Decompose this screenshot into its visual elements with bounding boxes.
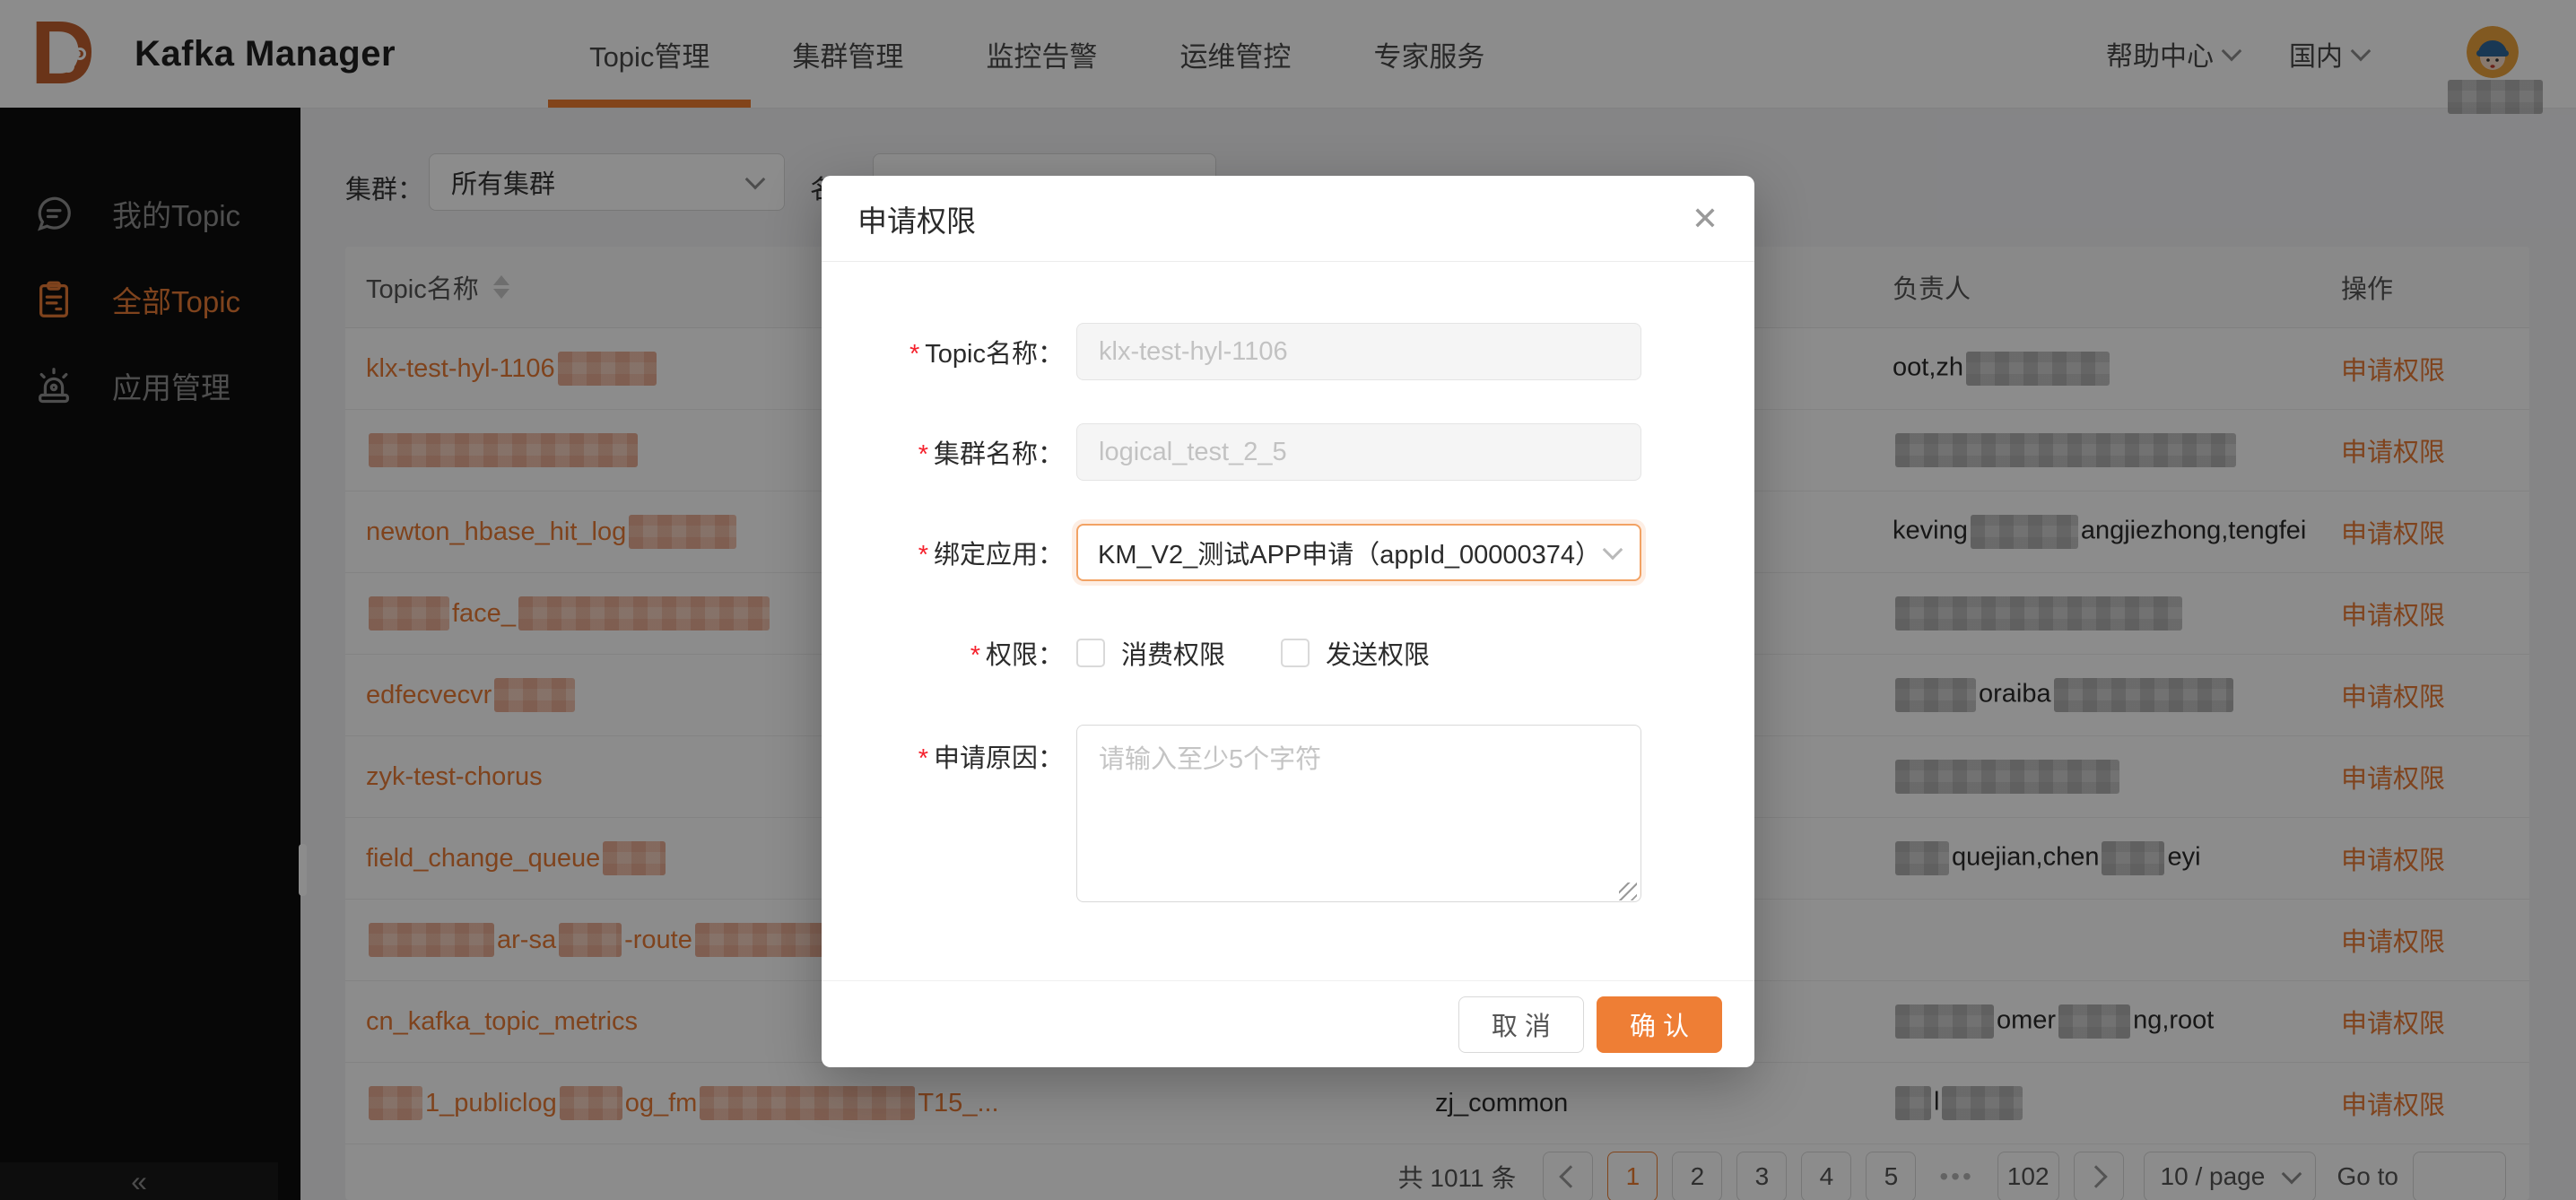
- bind-app-label: 绑定应用：: [934, 541, 1064, 570]
- permission-options: 消费权限 发送权限: [1076, 634, 1485, 672]
- reason-textarea[interactable]: [1076, 725, 1641, 902]
- chevron-down-icon: [1603, 540, 1623, 561]
- resize-handle-icon[interactable]: [1619, 883, 1637, 900]
- bind-app-select[interactable]: KM_V2_测试APP申请（appId_00000374）: [1076, 524, 1641, 581]
- confirm-button[interactable]: 确 认: [1597, 996, 1722, 1053]
- cancel-button[interactable]: 取 消: [1458, 996, 1584, 1053]
- form-row-bind-app: *绑定应用： KM_V2_测试APP申请（appId_00000374）: [822, 524, 1754, 581]
- topic-name-input: [1076, 323, 1641, 380]
- required-mark: *: [970, 641, 980, 670]
- required-mark: *: [918, 744, 928, 773]
- modal-header: 申请权限 ✕: [822, 176, 1754, 262]
- required-mark: *: [918, 541, 928, 570]
- send-permission-checkbox[interactable]: [1281, 639, 1310, 667]
- modal-footer: 取 消 确 认: [822, 980, 1754, 1067]
- modal-title: 申请权限: [857, 197, 976, 240]
- permission-label: 权限：: [986, 641, 1064, 670]
- reason-textarea-wrap: [1076, 725, 1641, 907]
- bind-app-value: KM_V2_测试APP申请（appId_00000374）: [1098, 534, 1601, 571]
- cluster-name-label: 集群名称：: [934, 440, 1064, 469]
- modal-body: *Topic名称： *集群名称： *绑定应用： KM_V2_测试APP申请（ap…: [822, 262, 1754, 907]
- consume-permission-checkbox[interactable]: [1076, 639, 1105, 667]
- kafka-manager-app: D Kafka Manager Topic管理 集群管理 监控告警 运维管控 专…: [0, 0, 2576, 1200]
- form-row-permission: *权限： 消费权限 发送权限: [822, 624, 1754, 682]
- send-permission-label: 发送权限: [1326, 634, 1430, 672]
- required-mark: *: [909, 340, 919, 369]
- required-mark: *: [918, 440, 928, 469]
- form-row-reason: *申请原因：: [822, 725, 1754, 907]
- reason-label: 申请原因：: [934, 744, 1064, 773]
- form-row-topic-name: *Topic名称：: [822, 323, 1754, 380]
- close-icon[interactable]: ✕: [1692, 203, 1719, 235]
- form-row-cluster-name: *集群名称：: [822, 423, 1754, 481]
- cluster-name-input: [1076, 423, 1641, 481]
- topic-name-label: Topic名称：: [925, 340, 1064, 369]
- apply-permission-modal: 申请权限 ✕ *Topic名称： *集群名称： *绑定应用：: [822, 176, 1754, 1067]
- consume-permission-label: 消费权限: [1121, 634, 1225, 672]
